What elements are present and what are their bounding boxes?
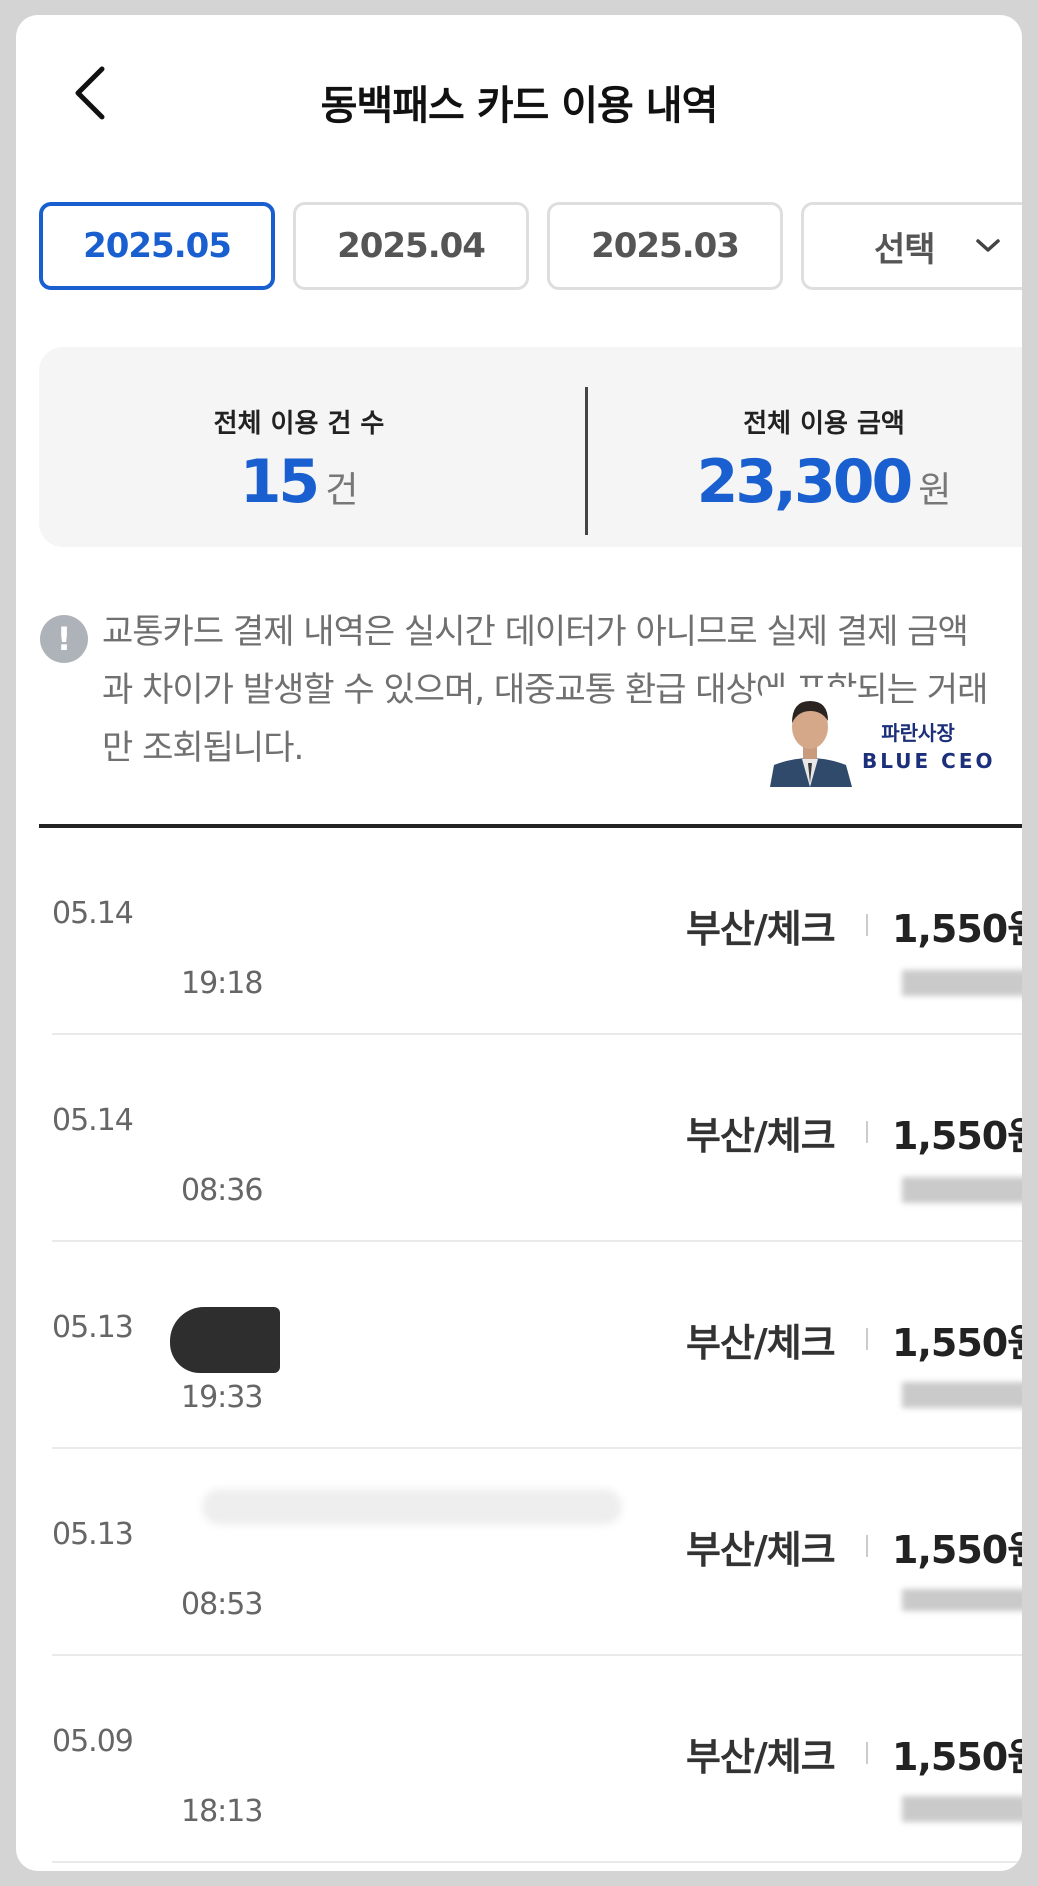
redaction-smudge <box>202 1489 622 1525</box>
tab-2025-04[interactable]: 2025.04 <box>293 202 529 290</box>
list-item[interactable]: 05.13 08:53 부산/체크 1,550원 <box>52 1449 1022 1656</box>
page-title: 동백패스 카드 이용 내역 <box>320 83 719 129</box>
redacted-text <box>902 1796 1022 1822</box>
list-item[interactable]: 05.13 19:33 부산/체크 1,550원 <box>52 1242 1022 1449</box>
tx-amount: 1,550원 <box>892 1528 1022 1572</box>
tx-time: 08:36 <box>181 1173 263 1208</box>
list-item[interactable]: 05.14 08:36 부산/체크 1,550원 <box>52 1035 1022 1242</box>
amount-label: 전체 이용 금액 <box>743 409 905 439</box>
watermark: 파란사장 BLUE CEO <box>762 687 1002 787</box>
tx-date: 05.13 <box>52 1517 134 1552</box>
usage-summary: 전체 이용 건 수 15 건 전체 이용 금액 23,300 원 <box>39 347 1022 547</box>
transaction-list: 05.14 19:18 부산/체크 1,550원 05.14 08:36 부산/… <box>52 828 1022 1863</box>
tx-card-type: 부산/체크 <box>686 907 836 951</box>
tx-time: 18:13 <box>181 1794 263 1829</box>
watermark-english: BLUE CEO <box>862 749 996 773</box>
avatar <box>762 687 858 787</box>
month-select-label: 선택 <box>874 229 936 270</box>
tab-2025-05[interactable]: 2025.05 <box>39 202 275 290</box>
tx-separator <box>866 914 868 936</box>
tx-card-type: 부산/체크 <box>686 1528 836 1572</box>
list-item[interactable]: 05.09 18:13 부산/체크 1,550원 <box>52 1656 1022 1863</box>
count-unit: 건 <box>325 470 359 511</box>
tx-amount: 1,550원 <box>892 1735 1022 1779</box>
app-screen: 동백패스 카드 이용 내역 2025.05 2025.04 2025.03 선택… <box>16 15 1022 1871</box>
watermark-korean: 파란사장 <box>881 721 955 745</box>
list-item[interactable]: 05.14 19:18 부산/체크 1,550원 <box>52 828 1022 1035</box>
amount-unit: 원 <box>918 470 952 511</box>
count-label: 전체 이용 건 수 <box>213 409 385 439</box>
tx-separator <box>866 1742 868 1764</box>
tx-date: 05.09 <box>52 1724 134 1759</box>
tx-amount: 1,550원 <box>892 907 1022 951</box>
tx-date: 05.13 <box>52 1310 134 1345</box>
tx-date: 05.14 <box>52 896 134 931</box>
tx-card-type: 부산/체크 <box>686 1735 836 1779</box>
tx-amount: 1,550원 <box>892 1321 1022 1365</box>
redacted-text <box>902 1177 1022 1203</box>
tx-separator <box>866 1328 868 1350</box>
count-value: 15 <box>239 447 320 517</box>
tx-amount: 1,550원 <box>892 1114 1022 1158</box>
redaction-mark <box>170 1307 280 1373</box>
tx-time: 19:33 <box>181 1380 263 1415</box>
count-summary: 전체 이용 건 수 15 건 <box>39 347 559 547</box>
amount-summary: 전체 이용 금액 23,300 원 <box>564 347 1022 547</box>
month-select-dropdown[interactable]: 선택 <box>801 202 1022 290</box>
redacted-text <box>902 970 1022 996</box>
tab-2025-03[interactable]: 2025.03 <box>547 202 783 290</box>
tx-card-type: 부산/체크 <box>686 1114 836 1158</box>
tx-card-type: 부산/체크 <box>686 1321 836 1365</box>
tx-time: 19:18 <box>181 966 263 1001</box>
month-tabs: 2025.05 2025.04 2025.03 선택 <box>39 202 1022 292</box>
chevron-down-icon <box>975 239 1000 252</box>
exclamation-icon: ! <box>40 615 88 663</box>
tx-date: 05.14 <box>52 1103 134 1138</box>
amount-value: 23,300 <box>696 447 914 517</box>
tx-separator <box>866 1121 868 1143</box>
tx-time: 08:53 <box>181 1587 263 1622</box>
redacted-text <box>902 1589 1022 1611</box>
redacted-text <box>902 1382 1022 1408</box>
tx-separator <box>866 1535 868 1557</box>
